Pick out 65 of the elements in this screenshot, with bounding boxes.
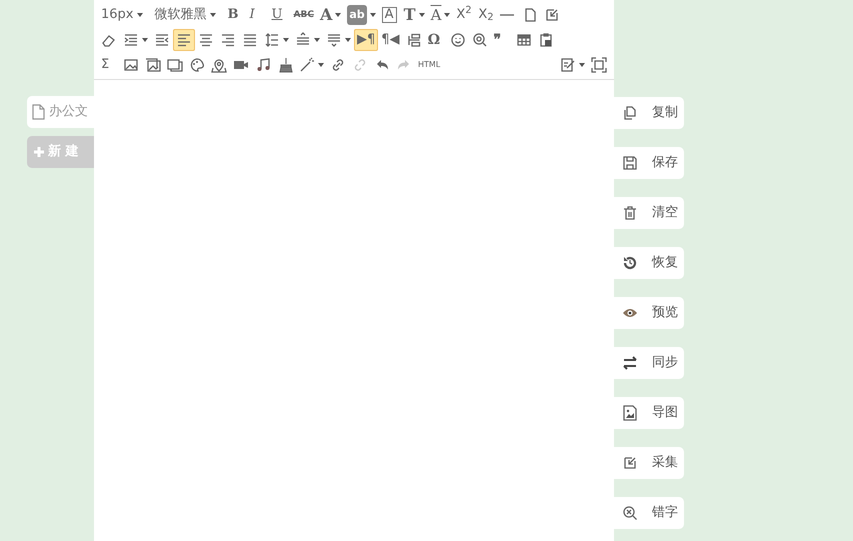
brush-icon — [277, 56, 293, 72]
template-icon — [560, 56, 576, 72]
save-button[interactable]: 保存 — [614, 147, 684, 179]
plus-icon — [34, 147, 44, 157]
picture-file-icon — [622, 405, 638, 421]
format-button[interactable]: ❞ — [490, 28, 513, 50]
format-button[interactable]: ABC — [290, 4, 317, 26]
frame-icon — [167, 56, 183, 72]
zoom-icon — [622, 505, 638, 521]
images-icon — [145, 56, 161, 72]
format-button[interactable]: A — [316, 4, 344, 26]
format-button[interactable]: B — [224, 4, 246, 26]
restore-icon — [622, 255, 638, 271]
spacing-top-icon — [295, 32, 311, 48]
image-icon — [123, 56, 139, 72]
music-note-icon — [255, 56, 271, 72]
map-pin-icon — [211, 56, 227, 72]
format-button[interactable]: ¶◀ — [378, 28, 403, 50]
outdent-icon — [154, 32, 170, 48]
format-button[interactable]: U — [268, 4, 290, 26]
copy-button[interactable]: 复制 — [614, 97, 684, 129]
import-button[interactable]: 采集 — [614, 447, 684, 479]
format-button[interactable]: A — [428, 4, 454, 26]
align-left-button[interactable] — [173, 28, 195, 50]
align-right-icon — [220, 32, 236, 48]
document-icon — [31, 104, 45, 120]
justify-icon — [242, 32, 258, 48]
magic-wand-icon — [299, 56, 315, 72]
spacing-bottom-icon — [326, 32, 342, 48]
format-button[interactable]: I — [246, 4, 268, 26]
table-icon — [516, 32, 532, 48]
import-icon — [544, 6, 560, 22]
align-center-icon — [198, 32, 214, 48]
swap-arrows-button[interactable]: 同步 — [614, 347, 684, 379]
fullscreen-icon — [591, 56, 607, 72]
format-button[interactable]: Σ — [98, 54, 120, 76]
trash-icon — [622, 205, 638, 221]
format-button[interactable]: X$_{2}$ — [475, 4, 498, 26]
picture-file-button[interactable]: 导图 — [614, 397, 684, 429]
zoom-button[interactable]: 错字 — [614, 497, 684, 529]
dropdown-select[interactable]: 16px — [98, 4, 146, 26]
link-icon — [330, 56, 346, 72]
import-icon — [622, 455, 638, 471]
unlink-icon — [352, 56, 368, 72]
format-button[interactable]: T — [400, 4, 428, 26]
save-icon — [622, 155, 638, 171]
format-button[interactable]: Ω — [424, 28, 447, 50]
horizontal-rule-icon — [500, 14, 514, 16]
search-icon — [472, 32, 488, 48]
paragraph-icon — [406, 32, 422, 48]
format-button[interactable]: ▶¶ — [354, 28, 378, 50]
dropdown-select[interactable]: 微软雅黑 — [152, 4, 218, 26]
clipboard-icon — [538, 32, 554, 48]
restore-button[interactable]: 恢复 — [614, 247, 684, 279]
trash-button[interactable]: 清空 — [614, 197, 684, 229]
format-button[interactable]: HTML — [415, 54, 444, 76]
indent-icon — [123, 32, 139, 48]
palette-icon — [189, 56, 205, 72]
eye-button[interactable]: 预览 — [614, 297, 684, 329]
smiley-icon — [450, 32, 466, 48]
copy-icon — [622, 105, 638, 121]
line-height-icon — [264, 32, 280, 48]
format-button[interactable]: X$^{2}$ — [453, 4, 476, 26]
align-left-icon — [176, 32, 192, 48]
swap-arrows-icon — [622, 355, 638, 371]
